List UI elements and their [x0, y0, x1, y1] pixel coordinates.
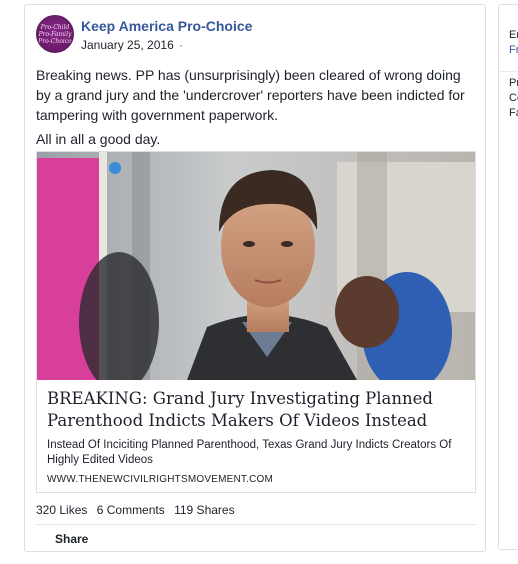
shares-count[interactable]: 119 Shares: [174, 503, 235, 517]
likes-count[interactable]: 320 Likes: [36, 503, 87, 517]
share-button[interactable]: Share: [55, 532, 88, 546]
side-line-1: Er: [509, 29, 518, 41]
link-title[interactable]: BREAKING: Grand Jury Investigating Plann…: [47, 388, 467, 432]
post-date[interactable]: January 25, 2016 ·: [81, 38, 183, 52]
side-divider: [499, 71, 518, 72]
side-line-4: Co: [509, 92, 518, 104]
post-body: Breaking news. PP has (unsurprisingly) b…: [36, 65, 476, 153]
side-line-3: Pr: [509, 77, 518, 89]
side-line-5: Fa: [509, 107, 518, 119]
link-preview-image[interactable]: [37, 152, 475, 380]
link-domain: WWW.THENEWCIVILRIGHTSMOVEMENT.COM: [47, 474, 274, 485]
page-avatar[interactable]: Pro-Child Pro-Family Pro-Choice: [36, 15, 74, 53]
page-name-link[interactable]: Keep America Pro-Choice: [81, 18, 252, 34]
comments-count[interactable]: 6 Comments: [97, 503, 165, 517]
date-separator: ·: [179, 38, 184, 52]
link-preview[interactable]: BREAKING: Grand Jury Investigating Plann…: [36, 151, 476, 493]
link-description: Instead Of Inciciting Planned Parenthood…: [47, 439, 452, 466]
avatar-line-1: Pro-Child: [40, 23, 70, 31]
side-panel-card: Er Fr Pr Co Fa: [498, 4, 518, 550]
post-card: Pro-Child Pro-Family Pro-Choice Keep Ame…: [24, 4, 486, 552]
preview-photo: [37, 152, 475, 380]
post-paragraph: Breaking news. PP has (unsurprisingly) b…: [36, 67, 465, 123]
side-link[interactable]: Fr: [509, 44, 518, 56]
avatar-line-2: Pro-Family: [38, 30, 72, 38]
post-date-text[interactable]: January 25, 2016: [81, 38, 174, 52]
post-paragraph: All in all a good day.: [36, 131, 161, 147]
divider: [36, 524, 476, 525]
engagement-stats: 320 Likes 6 Comments 119 Shares: [36, 503, 241, 517]
avatar-line-3: Pro-Choice: [38, 37, 72, 45]
